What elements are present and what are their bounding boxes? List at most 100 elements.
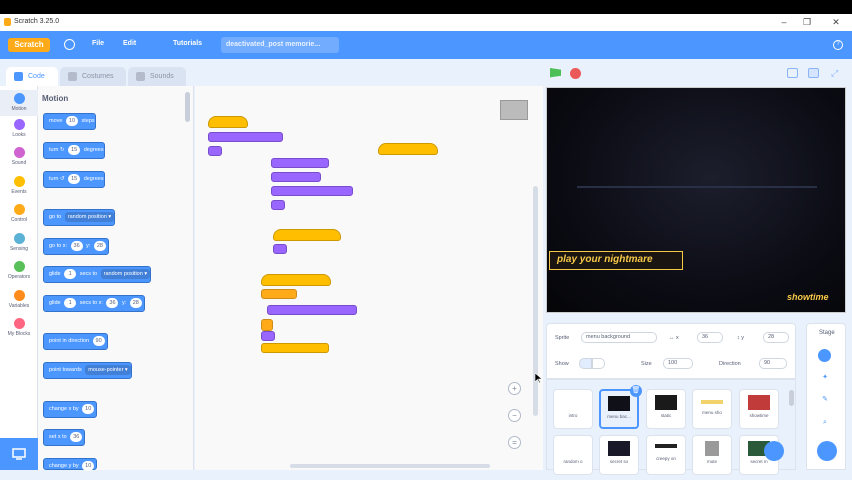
block-input[interactable]: 10 [82, 404, 95, 414]
maximize-button[interactable]: ❐ [800, 16, 814, 28]
small-stage-button[interactable] [787, 68, 798, 78]
sprite-tile[interactable]: menu sho [692, 389, 732, 429]
globe-icon[interactable] [64, 39, 75, 50]
tab-costumes[interactable]: Costumes [60, 67, 126, 86]
sprite-tile[interactable]: mute [692, 435, 732, 475]
category-sound[interactable]: Sound [0, 147, 38, 166]
sprite-name-input[interactable]: menu background [581, 332, 657, 343]
script-block-hat[interactable] [261, 274, 331, 286]
category-events[interactable]: Events [0, 176, 38, 195]
script-block[interactable] [271, 186, 353, 196]
sprite-tile[interactable]: intro [553, 389, 593, 429]
block-dropdown[interactable]: mouse-pointer ▾ [85, 365, 131, 375]
script-block[interactable] [271, 158, 329, 168]
menu-tutorials[interactable]: Tutorials [173, 40, 202, 47]
sprite-tile[interactable]: static [646, 389, 686, 429]
y-input[interactable]: 28 [763, 332, 789, 343]
block-turn-right[interactable]: turn ↻ 15 degrees [43, 142, 105, 159]
show-visible-eye-icon[interactable] [579, 358, 592, 369]
script-block[interactable] [208, 146, 222, 156]
delete-sprite-icon[interactable]: 🗑 [630, 385, 642, 397]
script-block[interactable] [261, 343, 329, 353]
menu-edit[interactable]: Edit [123, 40, 136, 47]
block-input[interactable]: 90 [92, 336, 105, 346]
category-control[interactable]: Control [0, 204, 38, 223]
sprite-tile[interactable]: showtime [739, 389, 779, 429]
code-area[interactable]: + − = [195, 86, 543, 470]
script-block-repeat[interactable] [261, 289, 297, 299]
block-input[interactable]: 36 [70, 432, 83, 442]
block-dropdown[interactable]: random position ▾ [100, 269, 151, 279]
block-move-steps[interactable]: move 10 steps [43, 113, 96, 130]
block-turn-left[interactable]: turn ↺ 15 degrees [43, 171, 105, 188]
block-glide-to[interactable]: glide 1 secs to random position ▾ [43, 266, 152, 283]
scratch-logo[interactable]: Scratch [8, 38, 50, 52]
script-block[interactable] [208, 132, 283, 142]
stop-icon[interactable] [570, 68, 581, 79]
zoom-in-button[interactable]: + [508, 382, 521, 395]
block-input[interactable]: 15 [68, 145, 81, 155]
category-operators[interactable]: Operators [0, 261, 38, 280]
block-point-towards[interactable]: point towards mouse-pointer ▾ [43, 362, 132, 379]
block-glide-to-xy[interactable]: glide 1 secs to x: 36 y: 28 [43, 295, 145, 312]
category-variables[interactable]: Variables [0, 290, 38, 309]
script-block-hat[interactable] [208, 116, 248, 128]
category-my-blocks[interactable]: My Blocks [0, 318, 38, 337]
script-block[interactable] [271, 172, 321, 182]
surprise-sprite-icon[interactable]: ✦ [821, 374, 829, 382]
sprite-tile[interactable]: random o [553, 435, 593, 475]
block-input[interactable]: 28 [129, 298, 142, 308]
direction-input[interactable]: 90 [759, 358, 787, 369]
script-block[interactable] [273, 244, 287, 254]
green-flag-icon[interactable] [550, 68, 561, 78]
block-dropdown[interactable]: random position ▾ [64, 212, 115, 222]
stage-canvas[interactable]: play your nightmare showtime [546, 87, 846, 313]
choose-backdrop-button[interactable] [817, 441, 837, 461]
block-input[interactable]: 10 [65, 116, 78, 126]
normal-stage-button[interactable] [808, 68, 819, 78]
add-extension-button[interactable] [0, 438, 38, 470]
code-horizontal-scrollbar[interactable] [290, 464, 490, 468]
menu-file[interactable]: File [92, 40, 104, 47]
script-block[interactable] [261, 331, 275, 341]
sprite-tile[interactable]: creepy on [646, 435, 686, 475]
palette-scrollbar[interactable] [185, 92, 190, 122]
show-hidden-eye-icon[interactable] [592, 358, 605, 369]
x-input[interactable]: 36 [697, 332, 723, 343]
help-icon[interactable]: ? [833, 40, 843, 50]
project-title-field[interactable]: deactivated_post memorie... [221, 37, 339, 53]
close-button[interactable]: ✕ [829, 16, 843, 28]
block-input[interactable]: 10 [82, 461, 95, 471]
sprite-list-scrollbar[interactable] [789, 390, 794, 406]
zoom-out-button[interactable]: − [508, 409, 521, 422]
sprite-tile[interactable]: secret so [599, 435, 639, 475]
block-input[interactable]: 28 [93, 241, 106, 251]
search-sprite-icon[interactable]: ⌕ [821, 419, 829, 427]
block-input[interactable]: 36 [70, 241, 83, 251]
script-block-hat[interactable] [378, 143, 438, 155]
category-motion[interactable]: Motion [0, 90, 38, 116]
zoom-reset-button[interactable]: = [508, 436, 521, 449]
upload-sprite-icon[interactable] [818, 349, 831, 362]
script-block[interactable] [267, 305, 357, 315]
block-input[interactable]: 15 [68, 174, 81, 184]
category-sensing[interactable]: Sensing [0, 233, 38, 252]
size-input[interactable]: 100 [663, 358, 693, 369]
block-go-to-xy[interactable]: go to x: 36 y: 28 [43, 238, 109, 255]
block-point-in-direction[interactable]: point in direction 90 [43, 333, 108, 350]
tab-sounds[interactable]: Sounds [128, 67, 186, 86]
block-input[interactable]: 36 [106, 298, 119, 308]
tab-code[interactable]: Code [6, 67, 58, 86]
category-looks[interactable]: Looks [0, 119, 38, 138]
script-block-repeat-end[interactable] [261, 319, 273, 331]
paint-sprite-icon[interactable]: ✎ [821, 396, 829, 404]
block-change-y[interactable]: change y by 10 [43, 458, 98, 471]
block-change-x[interactable]: change x by 10 [43, 401, 98, 418]
block-set-x[interactable]: set x to 36 [43, 429, 86, 446]
choose-sprite-button[interactable] [764, 441, 784, 461]
block-go-to[interactable]: go to random position ▾ [43, 209, 116, 226]
block-input[interactable]: 1 [64, 269, 77, 279]
fullscreen-icon[interactable]: ⤢ [831, 68, 842, 78]
script-block[interactable] [271, 200, 285, 210]
script-block-hat[interactable] [273, 229, 341, 241]
